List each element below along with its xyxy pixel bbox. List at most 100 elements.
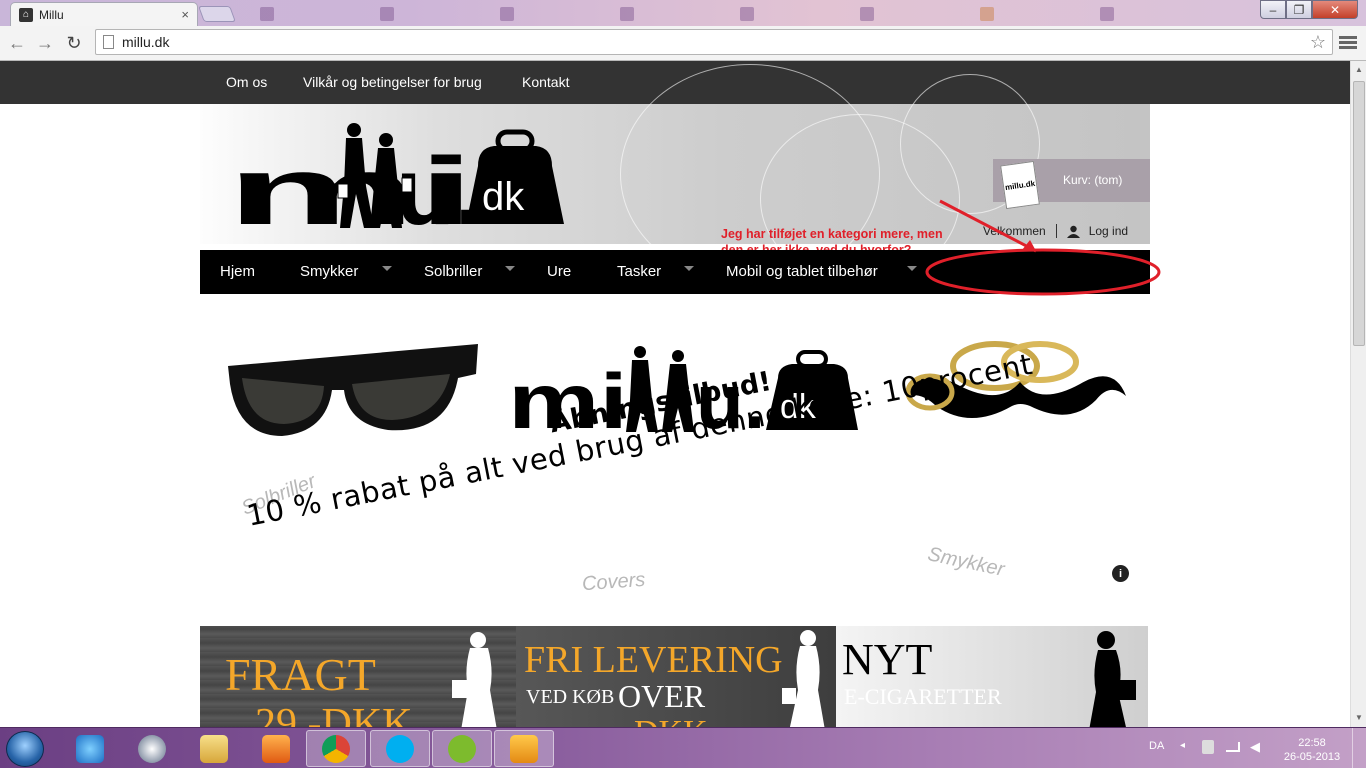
tab-strip: ⌂ Millu × – ❐ ✕ bbox=[0, 0, 1366, 26]
tab-favicon-icon bbox=[380, 7, 394, 21]
background-tab[interactable] bbox=[976, 4, 1094, 24]
banner-levering-sub: VED KØB bbox=[526, 686, 615, 708]
forward-button[interactable]: → bbox=[34, 32, 56, 54]
browser-toolbar: ← → ↻ millu.dk ☆ bbox=[0, 26, 1366, 61]
woman-silhouette-image bbox=[1089, 631, 1136, 727]
start-button[interactable] bbox=[6, 731, 44, 767]
network-icon[interactable] bbox=[1202, 740, 1214, 754]
background-tab[interactable] bbox=[616, 4, 734, 24]
tag-smykker: Smykker bbox=[925, 543, 1007, 581]
chrome-menu-icon[interactable] bbox=[1339, 34, 1357, 52]
show-desktop-button[interactable] bbox=[1352, 728, 1366, 768]
banner-fragt-price: 29,-DKK bbox=[255, 701, 413, 727]
clock-date: 26-05-2013 bbox=[1283, 751, 1341, 763]
mainnav-mobil-tablet[interactable]: Mobil og tablet tilbehør bbox=[726, 263, 878, 280]
tab-favicon-icon bbox=[740, 7, 754, 21]
tab-favicon-icon bbox=[980, 7, 994, 21]
tab-favicon-icon bbox=[1100, 7, 1114, 21]
background-tab[interactable] bbox=[736, 4, 854, 24]
annotation-line: Jeg har tilføjet en kategori mere, men bbox=[721, 227, 943, 241]
background-tab[interactable] bbox=[256, 4, 374, 24]
back-button[interactable]: ← bbox=[6, 32, 28, 54]
banner-fragt[interactable]: FRAGT 29,-DKK bbox=[200, 626, 516, 727]
chevron-down-icon[interactable] bbox=[907, 266, 917, 271]
banner-fragt-title: FRAGT bbox=[225, 649, 376, 700]
tab-close-icon[interactable]: × bbox=[181, 7, 189, 22]
mainnav-solbriller[interactable]: Solbriller bbox=[424, 263, 482, 280]
background-tab[interactable] bbox=[496, 4, 614, 24]
divider bbox=[1055, 224, 1057, 238]
cart-label: Kurv: (tom) bbox=[1063, 173, 1123, 187]
banner-levering-title: FRI LEVERING bbox=[524, 639, 783, 681]
background-tab[interactable] bbox=[1096, 4, 1214, 24]
tray-expand-icon[interactable]: ◂ bbox=[1180, 740, 1185, 751]
cart-button[interactable]: millu.dk Kurv: (tom) bbox=[993, 159, 1150, 210]
tab-millu[interactable]: ⌂ Millu × bbox=[10, 2, 198, 26]
millu-logo[interactable]: mi u. dk bbox=[226, 116, 571, 234]
nav-link-om-os[interactable]: Om os bbox=[226, 74, 267, 90]
banner-nyt-title: NYT bbox=[842, 635, 933, 684]
url-text: millu.dk bbox=[122, 34, 170, 50]
new-tab-button[interactable] bbox=[198, 6, 236, 22]
banner-fri-levering[interactable]: FRI LEVERING VED KØB OVER DKK bbox=[516, 626, 836, 727]
scrollbar-thumb[interactable] bbox=[1353, 81, 1365, 346]
system-clock[interactable]: 22:58 26-05-2013 bbox=[1282, 736, 1342, 764]
chevron-down-icon[interactable] bbox=[382, 266, 392, 271]
tab-favicon-icon bbox=[860, 7, 874, 21]
minimize-button[interactable]: – bbox=[1260, 0, 1286, 19]
taskbar-explorer[interactable] bbox=[184, 730, 244, 767]
banner-nyt[interactable]: NYT E-CIGARETTER bbox=[836, 626, 1148, 727]
login-link[interactable]: Log ind bbox=[1089, 224, 1128, 238]
user-links: Velkommen Log ind bbox=[983, 224, 1128, 238]
page-scrollbar[interactable]: ▲ ▼ bbox=[1350, 61, 1366, 727]
taskbar-hp[interactable] bbox=[122, 730, 182, 767]
taskbar-media[interactable] bbox=[246, 730, 306, 767]
hp-icon bbox=[138, 734, 166, 763]
mainnav-tasker[interactable]: Tasker bbox=[617, 263, 661, 280]
main-navigation: Hjem Smykker Solbriller Ure Tasker Mobil… bbox=[200, 250, 1150, 294]
background-tab[interactable] bbox=[856, 4, 974, 24]
site-header: mi u. dk millu.dk Kurv: (tom) Velkommen bbox=[200, 64, 1150, 284]
tab-title: Millu bbox=[39, 7, 64, 22]
skype-icon bbox=[386, 734, 414, 763]
woman-silhouette-image bbox=[782, 630, 825, 727]
chevron-down-icon[interactable] bbox=[505, 266, 515, 271]
taskbar-chrome[interactable] bbox=[306, 730, 366, 767]
spotify-icon bbox=[448, 734, 476, 763]
bookmark-star-icon[interactable]: ☆ bbox=[1310, 32, 1326, 53]
maximize-button[interactable]: ❐ bbox=[1286, 0, 1312, 19]
tab-favicon-icon bbox=[500, 7, 514, 21]
language-indicator[interactable]: DA bbox=[1149, 740, 1164, 752]
promo-banners: FRAGT 29,-DKK FRI LEVERING VED KØB OVER … bbox=[200, 626, 1148, 727]
nav-link-kontakt[interactable]: Kontakt bbox=[522, 74, 569, 90]
chevron-down-icon[interactable] bbox=[684, 266, 694, 271]
browser-window: ⌂ Millu × – ❐ ✕ ← → ↻ millu.dk ☆ Om os V… bbox=[0, 0, 1366, 768]
outlook-icon bbox=[510, 734, 538, 763]
folder-icon bbox=[200, 734, 228, 763]
taskbar-skype[interactable] bbox=[370, 730, 430, 767]
scroll-down-icon[interactable]: ▼ bbox=[1355, 713, 1363, 722]
media-player-icon bbox=[262, 734, 290, 763]
tag-covers: Covers bbox=[581, 568, 647, 596]
chrome-icon bbox=[322, 734, 350, 763]
nav-link-vilkaar[interactable]: Vilkår og betingelser for brug bbox=[303, 74, 482, 90]
page-icon bbox=[103, 35, 114, 49]
taskbar-spotify[interactable] bbox=[432, 730, 492, 767]
reload-button[interactable]: ↻ bbox=[63, 32, 85, 54]
mainnav-hjem[interactable]: Hjem bbox=[220, 263, 255, 280]
taskbar-outlook[interactable] bbox=[494, 730, 554, 767]
taskbar-ie[interactable] bbox=[60, 730, 120, 767]
user-icon bbox=[1066, 225, 1080, 238]
close-window-button[interactable]: ✕ bbox=[1312, 0, 1358, 19]
scroll-up-icon[interactable]: ▲ bbox=[1355, 65, 1363, 74]
mainnav-ure[interactable]: Ure bbox=[547, 263, 571, 280]
ie-icon bbox=[76, 734, 104, 763]
volume-icon[interactable]: ◀ bbox=[1250, 739, 1260, 755]
banner-nyt-sub: E-CIGARETTER bbox=[844, 684, 1002, 709]
background-tab[interactable] bbox=[376, 4, 494, 24]
signal-icon[interactable] bbox=[1226, 742, 1240, 752]
info-icon[interactable]: i bbox=[1112, 565, 1129, 582]
address-bar[interactable]: millu.dk ☆ bbox=[95, 29, 1333, 55]
page-viewport: Om os Vilkår og betingelser for brug Kon… bbox=[0, 61, 1350, 727]
mainnav-smykker[interactable]: Smykker bbox=[300, 263, 358, 280]
